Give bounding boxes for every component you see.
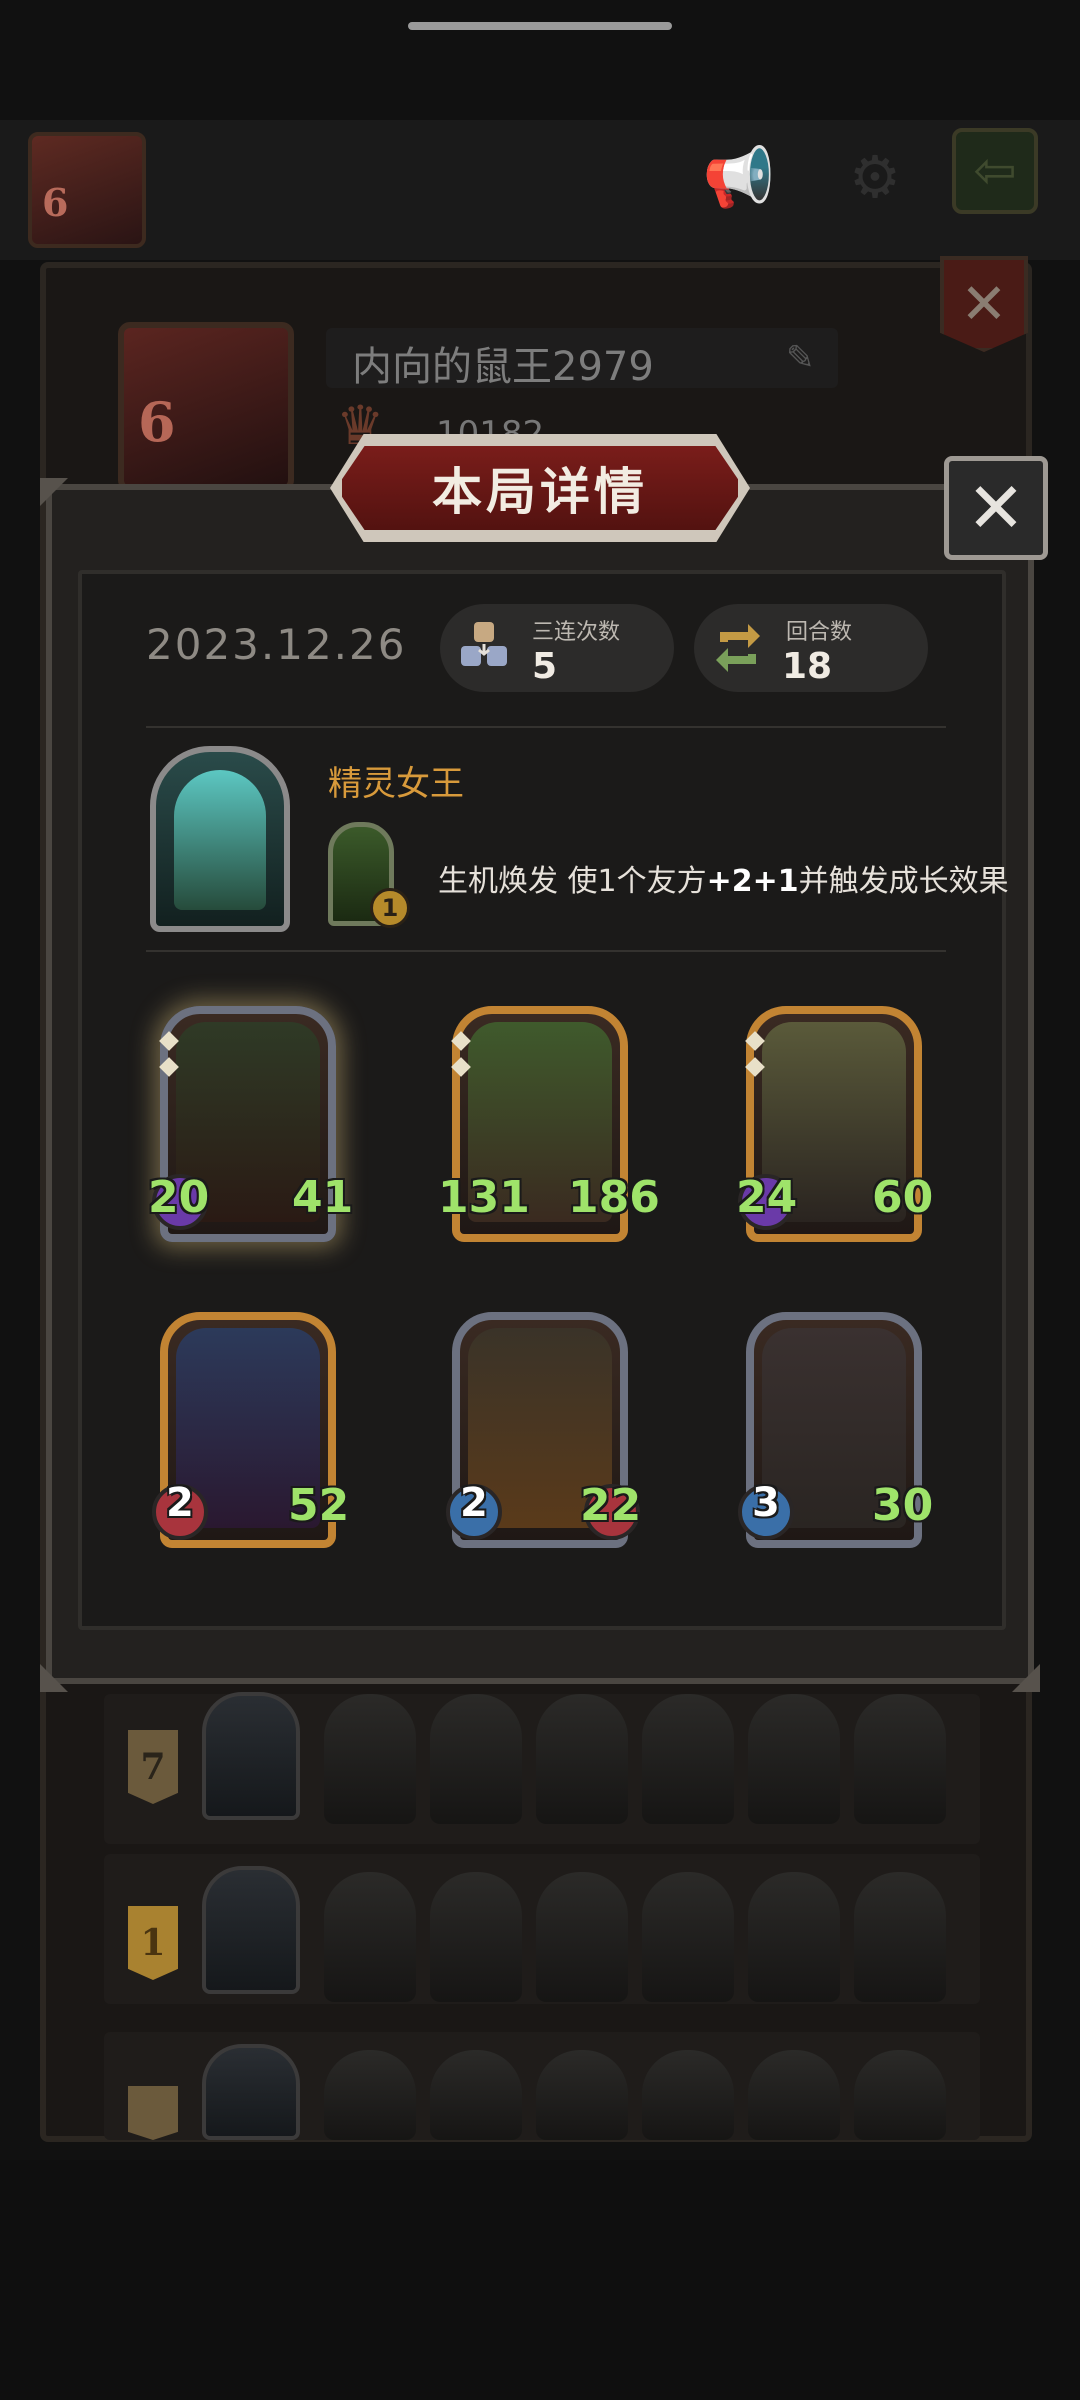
hero-name: 精灵女王 [328, 764, 464, 804]
skill-desc-post: 并触发成长效果 [798, 864, 1009, 899]
divider [146, 726, 946, 728]
close-button[interactable]: ✕ [944, 456, 1048, 560]
match-date: 2023.12.26 [146, 620, 407, 669]
unit-health: 22 [580, 1480, 642, 1531]
profile-avatar: 6 [118, 322, 294, 492]
unit-attack: 3 [752, 1480, 780, 1526]
history-hero [202, 2044, 300, 2140]
history-unit [854, 2050, 946, 2140]
player-level: 6 [42, 180, 69, 225]
round-count-label: 回合数 [786, 620, 853, 645]
triple-icon [454, 618, 514, 678]
arrow-left-icon: ⇦ [973, 141, 1017, 201]
history-unit [854, 1872, 946, 2002]
history-unit [536, 2050, 628, 2140]
rank-badge [128, 2086, 178, 2140]
history-unit [536, 1694, 628, 1824]
skill-desc-bonus: +2+1 [706, 864, 799, 899]
history-unit [430, 1694, 522, 1824]
hero-art [174, 770, 266, 910]
unit-attack: 24 [736, 1172, 798, 1223]
round-cycle-icon [708, 618, 768, 678]
bottom-area [0, 2160, 1080, 2400]
history-unit [430, 1872, 522, 2002]
rank-badge: 1 [128, 1906, 178, 1980]
skill-desc-pre: 使1个友方 [567, 864, 707, 899]
unit-attack: 2 [460, 1480, 488, 1526]
unit-health: 52 [288, 1480, 350, 1531]
history-unit [748, 1694, 840, 1824]
gear-icon[interactable]: ⚙ [836, 138, 914, 216]
history-hero [202, 1866, 300, 1994]
close-icon: ✕ [966, 467, 1026, 549]
unit-health: 186 [568, 1172, 660, 1223]
round-count-value: 18 [782, 646, 833, 687]
unit-health: 60 [872, 1172, 934, 1223]
exit-button[interactable]: ⇦ [952, 128, 1038, 214]
triple-count-value: 5 [532, 646, 558, 687]
top-bar [0, 120, 1080, 260]
history-unit [748, 1872, 840, 2002]
unit-attack: 131 [438, 1172, 530, 1223]
history-unit [430, 2050, 522, 2140]
title-banner: 本局详情 [336, 440, 744, 536]
rank-badge: 7 [128, 1730, 178, 1804]
profile-close-button[interactable]: ✕ [940, 256, 1028, 352]
triple-count-label: 三连次数 [532, 620, 621, 645]
profile-name: 内向的鼠王2979 [352, 344, 654, 390]
player-avatar[interactable]: 6 [28, 132, 146, 248]
history-unit [642, 1872, 734, 2002]
history-unit [536, 1872, 628, 2002]
modal-title: 本局详情 [432, 463, 648, 521]
history-unit [324, 1872, 416, 2002]
history-unit [642, 1694, 734, 1824]
unit-health: 41 [292, 1172, 354, 1223]
pencil-icon[interactable]: ✎ [786, 338, 815, 378]
home-indicator [408, 22, 672, 30]
close-icon: ✕ [960, 271, 1008, 337]
unit-health: 30 [872, 1480, 934, 1531]
profile-level: 6 [138, 390, 176, 454]
unit-attack: 2 [166, 1480, 194, 1526]
history-unit [324, 1694, 416, 1824]
divider [146, 950, 946, 952]
skill-name: 生机焕发 [438, 864, 558, 899]
skill-level-badge: 1 [370, 888, 410, 928]
history-hero [202, 1692, 300, 1820]
unit-attack: 20 [148, 1172, 210, 1223]
history-unit [642, 2050, 734, 2140]
history-unit [854, 1694, 946, 1824]
history-unit [748, 2050, 840, 2140]
history-unit [324, 2050, 416, 2140]
announcement-icon[interactable]: 📢 [700, 138, 778, 216]
skill-description: 生机焕发 使1个友方+2+1并触发成长效果 [438, 856, 1009, 900]
